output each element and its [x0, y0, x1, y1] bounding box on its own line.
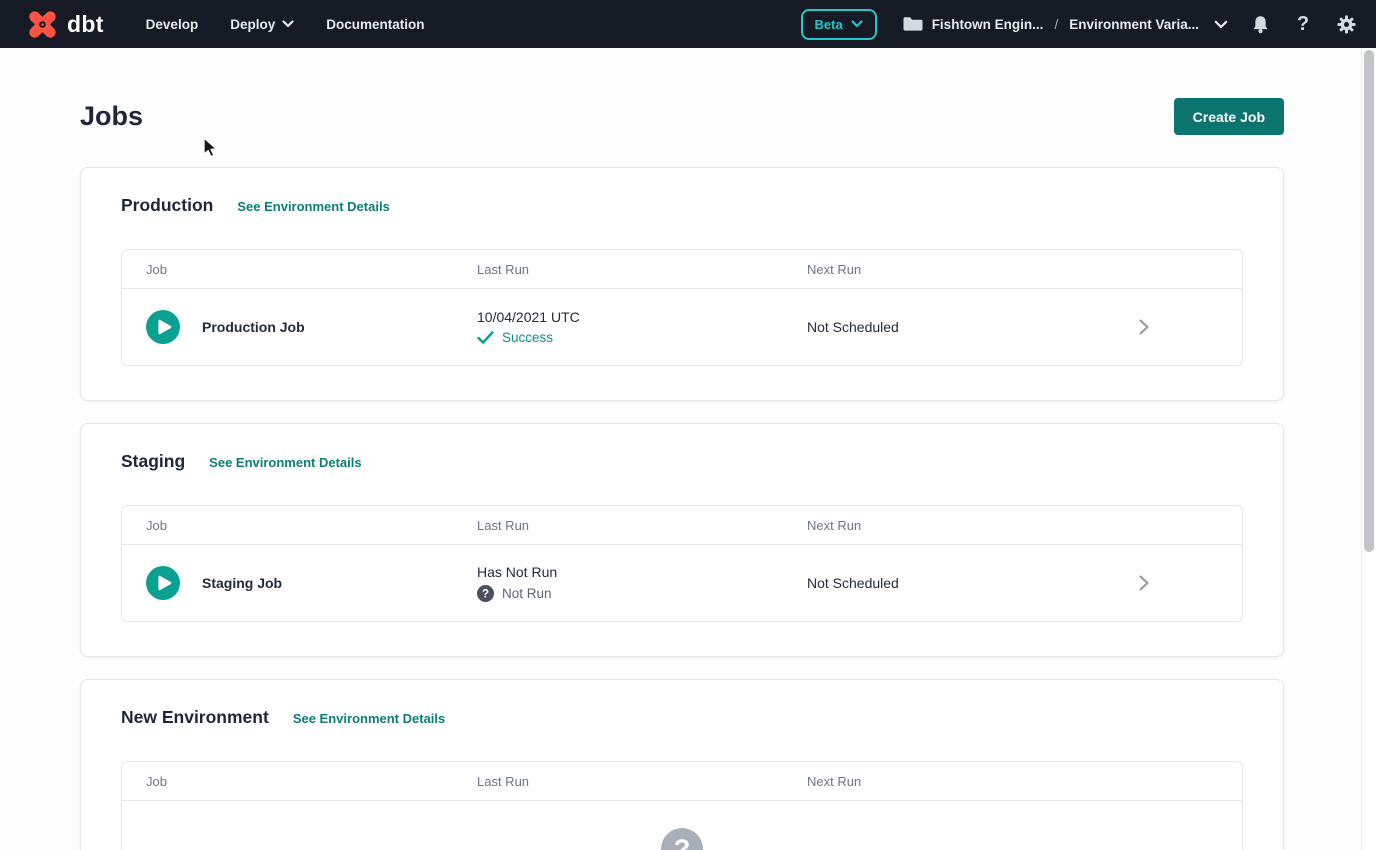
last-run-date: Has Not Run: [477, 564, 807, 580]
job-row-production-job[interactable]: Production Job 10/04/2021 UTC Success No…: [122, 289, 1242, 365]
jobs-page: Jobs Create Job Production See Environme…: [0, 48, 1361, 850]
run-job-button[interactable]: [146, 566, 180, 600]
beta-label: Beta: [815, 17, 843, 32]
gear-icon: [1337, 15, 1356, 34]
beta-dropdown[interactable]: Beta: [801, 9, 877, 40]
nav-develop[interactable]: Develop: [146, 17, 199, 32]
column-header-job: Job: [146, 262, 477, 277]
scrollbar-thumb[interactable]: [1364, 50, 1374, 552]
scrollbar[interactable]: [1361, 48, 1376, 850]
nav-deploy-label: Deploy: [230, 17, 275, 32]
nav-documentation-label: Documentation: [326, 17, 424, 32]
nav-deploy[interactable]: Deploy: [230, 17, 294, 32]
app-window: dbt Develop Deploy Documentation B: [0, 0, 1376, 850]
main-nav: Develop Deploy Documentation: [146, 17, 425, 32]
jobs-table-header: Job Last Run Next Run: [122, 250, 1242, 289]
last-run-status: Success: [477, 330, 807, 345]
top-navbar: dbt Develop Deploy Documentation B: [0, 0, 1376, 48]
environment-card-production: Production See Environment Details Job L…: [80, 167, 1284, 401]
job-row-staging-job[interactable]: Staging Job Has Not Run ? Not Run: [122, 545, 1242, 621]
breadcrumb: Fishtown Engin... / Environment Varia...: [903, 16, 1228, 32]
next-run-value: Not Scheduled: [807, 575, 1137, 591]
last-run-status: ? Not Run: [477, 585, 807, 602]
see-environment-details-link[interactable]: See Environment Details: [209, 455, 361, 470]
play-icon: [146, 310, 180, 344]
see-environment-details-link[interactable]: See Environment Details: [237, 199, 389, 214]
environment-name: Production: [121, 195, 213, 216]
breadcrumb-separator: /: [1052, 17, 1060, 32]
environment-name: New Environment: [121, 707, 269, 728]
jobs-table: Job Last Run Next Run: [121, 249, 1243, 366]
last-run-date: 10/04/2021 UTC: [477, 309, 807, 325]
question-circle-icon: ?: [477, 585, 494, 602]
jobs-table-header: Job Last Run Next Run: [122, 762, 1242, 801]
column-header-next-run: Next Run: [807, 518, 1137, 533]
play-icon: [146, 566, 180, 600]
job-name: Production Job: [202, 319, 305, 335]
nav-documentation[interactable]: Documentation: [326, 17, 424, 32]
environment-card-new-environment: New Environment See Environment Details …: [80, 679, 1284, 850]
dbt-logo-text: dbt: [67, 11, 104, 38]
status-label: Not Run: [502, 586, 552, 601]
chevron-down-icon: [851, 20, 863, 28]
question-circle-icon: ?: [661, 828, 703, 850]
chevron-right-icon[interactable]: [1137, 318, 1151, 336]
column-header-last-run: Last Run: [477, 262, 807, 277]
svg-text:?: ?: [482, 588, 489, 600]
nav-develop-label: Develop: [146, 17, 199, 32]
jobs-table-header: Job Last Run Next Run: [122, 506, 1242, 545]
folder-icon: [903, 16, 923, 32]
job-name: Staging Job: [202, 575, 282, 591]
environment-card-staging: Staging See Environment Details Job Last…: [80, 423, 1284, 657]
column-header-last-run: Last Run: [477, 774, 807, 789]
success-check-icon: [477, 331, 494, 344]
status-label: Success: [502, 330, 553, 345]
next-run-value: Not Scheduled: [807, 319, 1137, 335]
run-job-button[interactable]: [146, 310, 180, 344]
see-environment-details-link[interactable]: See Environment Details: [293, 711, 445, 726]
column-header-job: Job: [146, 518, 477, 533]
dbt-logo[interactable]: dbt: [24, 6, 104, 43]
breadcrumb-account[interactable]: Fishtown Engin...: [932, 17, 1044, 32]
help-button[interactable]: ?: [1292, 12, 1314, 36]
empty-jobs-row: ?: [122, 801, 1242, 850]
column-header-next-run: Next Run: [807, 262, 1137, 277]
notifications-button[interactable]: [1248, 12, 1272, 36]
page-title: Jobs: [80, 101, 143, 132]
chevron-right-icon[interactable]: [1137, 574, 1151, 592]
create-job-button[interactable]: Create Job: [1174, 98, 1284, 135]
chevron-down-icon: [282, 20, 294, 28]
help-icon: ?: [1297, 14, 1309, 34]
bell-icon: [1251, 15, 1270, 34]
column-header-job: Job: [146, 774, 477, 789]
jobs-table: Job Last Run Next Run ?: [121, 761, 1243, 850]
jobs-table: Job Last Run Next Run: [121, 505, 1243, 622]
column-header-next-run: Next Run: [807, 774, 1137, 789]
dbt-logo-icon: [24, 6, 61, 43]
environment-name: Staging: [121, 451, 185, 472]
settings-button[interactable]: [1334, 12, 1358, 36]
breadcrumb-dropdown-caret[interactable]: [1214, 20, 1228, 29]
breadcrumb-page[interactable]: Environment Varia...: [1069, 17, 1199, 32]
column-header-last-run: Last Run: [477, 518, 807, 533]
